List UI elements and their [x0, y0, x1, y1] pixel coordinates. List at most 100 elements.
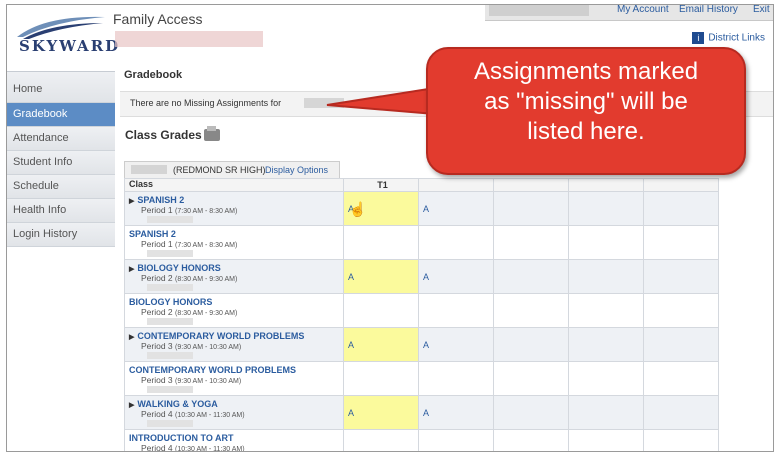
period-time: (9:30 AM - 10:30 AM) [175, 378, 242, 385]
class-name-link[interactable]: INTRODUCTION TO ART [129, 433, 343, 443]
email-history-link[interactable]: Email History [679, 5, 738, 15]
printer-icon[interactable] [204, 126, 220, 141]
app-title: Family Access [113, 11, 203, 27]
grade-cell[interactable] [493, 327, 569, 362]
grade-cell-t1[interactable]: A [343, 259, 419, 294]
period-time: (8:30 AM - 9:30 AM) [175, 310, 238, 317]
grade-cell-t1 [343, 293, 419, 328]
period-time: (10:30 AM - 11:30 AM) [175, 446, 245, 452]
class-name: BIOLOGY HONORS [137, 263, 221, 273]
grade-cell [568, 293, 644, 328]
grade-cell[interactable] [568, 191, 644, 226]
period-label: Period 2 [141, 273, 173, 283]
grade-cell[interactable]: A [418, 259, 494, 294]
class-name: BIOLOGY HONORS [129, 297, 213, 307]
district-links[interactable]: i District Links [692, 32, 765, 44]
grade-cell[interactable] [493, 259, 569, 294]
period-label: Period 3 [141, 375, 173, 385]
grade-cell [418, 429, 494, 451]
class-name-link[interactable]: ▶ BIOLOGY HONORS [129, 263, 343, 273]
grade-cell-t1 [343, 361, 419, 396]
class-period: Period 1 (7:30 AM - 8:30 AM) [129, 239, 343, 249]
expand-arrow-icon[interactable]: ▶ [129, 266, 134, 273]
teacher-name-redacted [147, 318, 193, 325]
sidebar-item-home[interactable]: Home [7, 72, 115, 103]
class-name-link[interactable]: ▶ WALKING & YOGA [129, 399, 343, 409]
period-label: Period 1 [141, 205, 173, 215]
user-info-redacted [489, 5, 589, 16]
class-period: Period 2 (8:30 AM - 9:30 AM) [129, 273, 343, 283]
class-name-link[interactable]: ▶ SPANISH 2 [129, 195, 343, 205]
period-time: (8:30 AM - 9:30 AM) [175, 276, 238, 283]
exit-link[interactable]: Exit [753, 5, 770, 15]
sidebar-item-student-info[interactable]: Student Info [7, 151, 115, 175]
grade-cell [568, 225, 644, 260]
teacher-name-redacted [147, 386, 193, 393]
callout-line: as "missing" will be [484, 88, 688, 115]
grade-cell[interactable] [643, 259, 719, 294]
table-row: SPANISH 2 Period 1 (7:30 AM - 8:30 AM) [124, 225, 719, 260]
grade-cell[interactable] [493, 395, 569, 430]
grade-cell [418, 361, 494, 396]
grade-cell[interactable]: A [418, 395, 494, 430]
grade-cell [643, 361, 719, 396]
sidebar-item-gradebook[interactable]: Gradebook [7, 103, 115, 127]
grade-cell [643, 225, 719, 260]
teacher-name-redacted [147, 352, 193, 359]
grade-cell [568, 361, 644, 396]
class-name-link[interactable]: CONTEMPORARY WORLD PROBLEMS [129, 365, 343, 375]
period-time: (10:30 AM - 11:30 AM) [175, 412, 245, 419]
sidebar: Home Gradebook Attendance Student Info S… [7, 71, 115, 247]
table-row: ▶ WALKING & YOGA Period 4 (10:30 AM - 11:3… [124, 395, 719, 430]
grade-cell-t1[interactable]: A [343, 395, 419, 430]
display-options-link[interactable]: Display Options [265, 165, 328, 175]
class-name: CONTEMPORARY WORLD PROBLEMS [129, 365, 297, 375]
grade-cell[interactable] [643, 191, 719, 226]
class-cell: ▶ SPANISH 2 Period 1 (7:30 AM - 8:30 AM) [124, 191, 344, 226]
school-name: (REDMOND SR HIGH) [173, 165, 266, 175]
sidebar-item-login-history[interactable]: Login History [7, 223, 115, 247]
school-tab: (REDMOND SR HIGH) Display Options [124, 161, 340, 178]
grade-cell[interactable]: A [418, 191, 494, 226]
class-period: Period 4 (10:30 AM - 11:30 AM) [129, 443, 343, 452]
callout-line: Assignments marked [473, 58, 699, 85]
class-name-link[interactable]: ▶ CONTEMPORARY WORLD PROBLEMS [129, 331, 343, 341]
grade-cell [493, 225, 569, 260]
grade-cell-t1[interactable]: A [343, 327, 419, 362]
skyward-logo[interactable]: SKYWARD [15, 11, 118, 55]
teacher-name-redacted [147, 250, 193, 257]
grade-cell [643, 293, 719, 328]
sidebar-item-attendance[interactable]: Attendance [7, 127, 115, 151]
class-grades-title: Class Grades [125, 128, 202, 142]
expand-arrow-icon[interactable]: ▶ [129, 198, 134, 205]
period-time: (9:30 AM - 10:30 AM) [175, 344, 242, 351]
callout-line: listed here. [527, 118, 645, 145]
grade-cell[interactable] [568, 259, 644, 294]
class-name-link[interactable]: BIOLOGY HONORS [129, 297, 343, 307]
class-cell: BIOLOGY HONORS Period 2 (8:30 AM - 9:30 A… [124, 293, 344, 328]
student-name-redacted [304, 98, 344, 108]
grade-cell[interactable] [568, 395, 644, 430]
teacher-name-redacted [147, 420, 193, 427]
grade-cell[interactable] [493, 191, 569, 226]
column-header [418, 178, 494, 192]
grade-cell[interactable]: A [418, 327, 494, 362]
expand-arrow-icon[interactable]: ▶ [129, 402, 134, 409]
period-time: (7:30 AM - 8:30 AM) [175, 242, 238, 249]
column-header [568, 178, 644, 192]
expand-arrow-icon[interactable]: ▶ [129, 334, 134, 341]
column-header [493, 178, 569, 192]
column-header-t1: T1 [343, 178, 419, 192]
grade-cell[interactable] [643, 395, 719, 430]
my-account-link[interactable]: My Account [617, 5, 669, 15]
grade-cell[interactable] [643, 327, 719, 362]
class-cell: SPANISH 2 Period 1 (7:30 AM - 8:30 AM) [124, 225, 344, 260]
table-row: ▶ BIOLOGY HONORS Period 2 (8:30 AM - 9:30 … [124, 259, 719, 294]
missing-assignments-text: There are no Missing Assignments for [130, 98, 282, 108]
column-header-class: Class [124, 178, 344, 192]
table-row: CONTEMPORARY WORLD PROBLEMS Period 3 (9:3… [124, 361, 719, 396]
sidebar-item-schedule[interactable]: Schedule [7, 175, 115, 199]
grade-cell[interactable] [568, 327, 644, 362]
class-name-link[interactable]: SPANISH 2 [129, 229, 343, 239]
sidebar-item-health-info[interactable]: Health Info [7, 199, 115, 223]
